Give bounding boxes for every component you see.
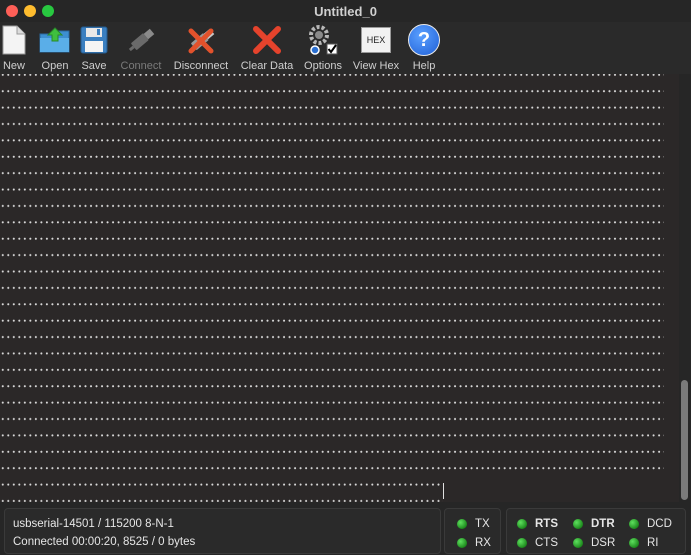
connect-button[interactable]: Connect <box>116 22 166 74</box>
ri-label: RI <box>647 537 659 549</box>
clear-data-label: Clear Data <box>240 60 294 72</box>
ri-led-icon <box>629 538 639 548</box>
new-document-icon <box>0 24 30 56</box>
rx-led-icon <box>457 538 467 548</box>
scrollbar-thumb[interactable] <box>681 380 688 500</box>
gears-icon <box>307 24 339 56</box>
rts-led-icon[interactable] <box>517 519 527 529</box>
title-bar: Untitled_0 <box>0 0 691 22</box>
floppy-disk-icon <box>78 24 110 56</box>
dtr-label[interactable]: DTR <box>591 518 615 530</box>
connect-label: Connect <box>120 60 162 72</box>
port-settings-text: usbserial-14501 / 115200 8-N-1 <box>13 518 174 530</box>
help-button[interactable]: ? Help <box>408 22 440 74</box>
dsr-label: DSR <box>591 537 616 549</box>
terminal-output[interactable] <box>0 74 679 502</box>
dcd-label: DCD <box>647 518 672 530</box>
partial-last-row <box>443 483 679 502</box>
red-x-icon <box>251 24 283 56</box>
app-window: Untitled_0 New Open Save Connect Disconn… <box>0 0 691 555</box>
hex-icon: HEX <box>360 24 392 56</box>
text-cursor <box>443 483 444 499</box>
disconnect-label: Disconnect <box>173 60 229 72</box>
connection-status-panel: usbserial-14501 / 115200 8-N-1 Connected… <box>4 508 441 554</box>
disconnect-plug-icon <box>185 24 217 56</box>
clear-data-button[interactable]: Clear Data <box>238 22 296 74</box>
usb-plug-icon <box>125 24 157 56</box>
rts-label[interactable]: RTS <box>535 518 558 530</box>
dsr-led-icon <box>573 538 583 548</box>
connection-info-text: Connected 00:00:20, 8525 / 0 bytes <box>13 536 196 548</box>
rx-label: RX <box>475 537 491 549</box>
window-title: Untitled_0 <box>314 4 377 19</box>
txrx-panel: TX RX <box>444 508 501 554</box>
cts-led-icon <box>517 538 527 548</box>
hex-icon-text: HEX <box>366 35 386 45</box>
dcd-led-icon <box>629 519 639 529</box>
save-label: Save <box>81 60 107 72</box>
new-label: New <box>2 60 25 72</box>
open-folder-icon <box>39 24 71 56</box>
save-button[interactable]: Save <box>78 22 110 74</box>
open-label: Open <box>41 60 69 72</box>
options-label: Options <box>304 60 342 72</box>
open-button[interactable]: Open <box>36 22 74 74</box>
cts-label: CTS <box>535 537 558 549</box>
view-hex-label: View Hex <box>352 60 400 72</box>
new-button[interactable]: New <box>0 22 28 74</box>
vertical-scrollbar[interactable] <box>679 74 691 502</box>
view-hex-button[interactable]: HEX View Hex <box>349 22 403 74</box>
control-lines-panel: RTS CTS DTR DSR DCD RI <box>506 508 686 554</box>
received-data-dots <box>0 74 664 502</box>
disconnect-button[interactable]: Disconnect <box>170 22 232 74</box>
question-mark-icon: ? <box>408 24 440 56</box>
dtr-led-icon[interactable] <box>573 519 583 529</box>
help-glyph: ? <box>417 28 431 51</box>
options-button[interactable]: Options <box>301 22 345 74</box>
help-label: Help <box>412 60 436 72</box>
status-bar: usbserial-14501 / 115200 8-N-1 Connected… <box>0 502 691 555</box>
tx-label: TX <box>475 518 490 530</box>
toolbar: New Open Save Connect Disconnect Clear D… <box>0 22 691 74</box>
tx-led-icon <box>457 519 467 529</box>
